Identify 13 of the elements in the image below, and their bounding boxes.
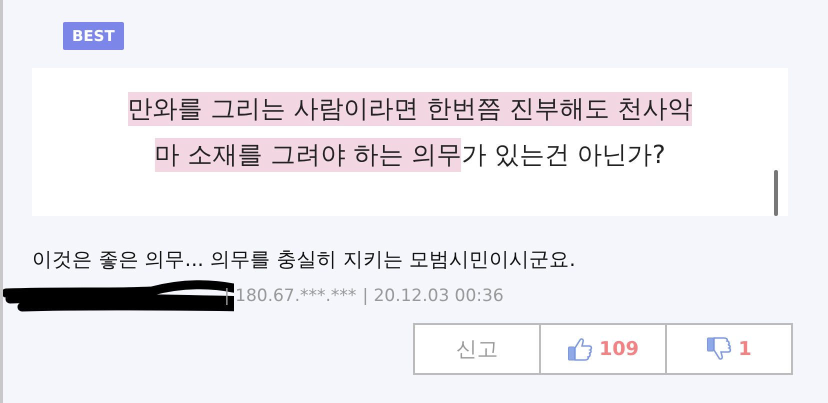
thumbs-down-icon <box>706 336 732 362</box>
image-text: 만와를 그리는 사람이라면 한번쯤 진부해도 천사악 <box>128 92 692 126</box>
comment-text: 이것은 좋은 의무... 의무를 충실히 지키는 모범시민이시군요. <box>32 246 577 273</box>
dislike-button[interactable]: 1 <box>665 323 793 375</box>
image-text: 마 소재를 그려야 하는 의무 <box>154 138 462 172</box>
scrollbar[interactable] <box>774 170 778 216</box>
best-badge: BEST <box>63 22 124 50</box>
image-text: 가 있는건 아닌가? <box>461 139 666 171</box>
thumbs-up-icon <box>567 336 594 362</box>
comment-date: | 20.12.03 00:36 <box>362 286 504 306</box>
report-button[interactable]: 신고 <box>413 323 541 375</box>
like-button[interactable]: 109 <box>539 323 667 375</box>
ip-address: | 180.67.***.*** <box>224 286 356 306</box>
